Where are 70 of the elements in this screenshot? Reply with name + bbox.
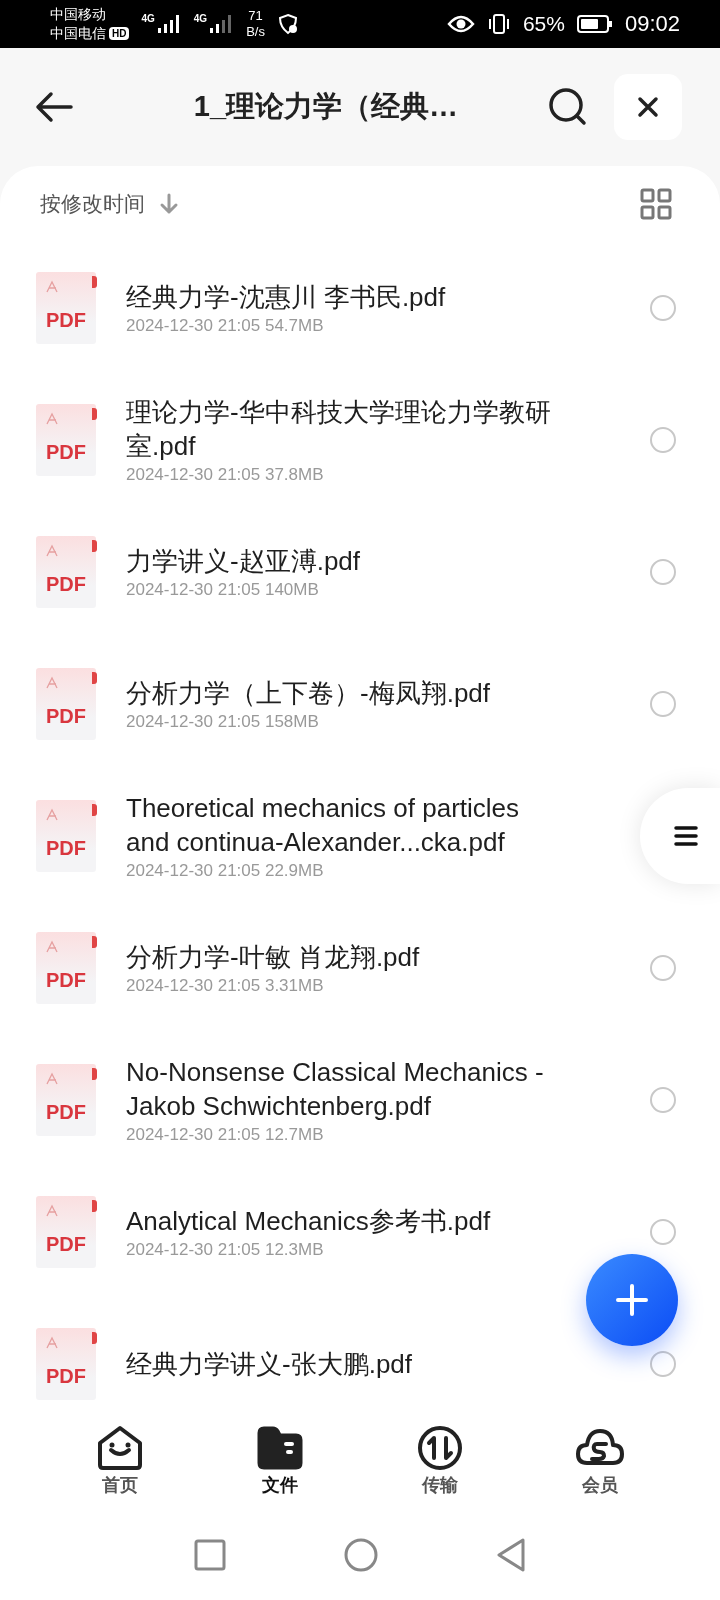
pdf-file-icon: PDF: [36, 272, 96, 344]
folder-icon[interactable]: [256, 1425, 304, 1471]
network-label: 4G: [141, 13, 155, 24]
transfer-arrows-icon[interactable]: [416, 1425, 464, 1471]
select-radio[interactable]: [650, 559, 676, 585]
back-arrow-icon[interactable]: [34, 91, 74, 123]
nav-tab[interactable]: 首页: [75, 1425, 165, 1497]
back-triangle-icon[interactable]: [496, 1538, 526, 1572]
sort-option[interactable]: 按修改时间: [40, 190, 145, 218]
file-details: 2024-12-30 21:05 12.3MB: [126, 1240, 325, 1260]
pdf-file-icon: PDF: [36, 800, 96, 872]
hd-badge: HD: [109, 27, 130, 40]
home-circle-icon[interactable]: [344, 1538, 378, 1572]
nav-tab[interactable]: 传输: [395, 1425, 485, 1497]
close-button[interactable]: [614, 74, 682, 140]
plus-icon[interactable]: [615, 1283, 649, 1317]
file-name[interactable]: Theoretical mechanics of particles and continua-Alexander...cka.pdf: [126, 791, 562, 859]
carrier-name: 中国电信: [50, 24, 106, 43]
pdf-file-icon: PDF: [36, 404, 96, 476]
select-radio[interactable]: [650, 1087, 676, 1113]
folder-title: 1_理论力学（经典…: [192, 89, 460, 124]
speed-value: 71: [248, 8, 263, 24]
file-details: 2024-12-30 21:05 22.9MB: [126, 861, 325, 881]
select-radio[interactable]: [650, 955, 676, 981]
file-name[interactable]: 经典力学讲义-张大鹏.pdf: [126, 1347, 562, 1381]
signal-icon: [155, 13, 182, 35]
file-details: 2024-12-30 21:05 37.8MB: [126, 465, 325, 485]
select-radio[interactable]: [650, 427, 676, 453]
battery-icon: [576, 14, 613, 34]
select-radio[interactable]: [650, 1351, 676, 1377]
nav-tab[interactable]: 文件: [235, 1425, 325, 1497]
select-radio[interactable]: [650, 691, 676, 717]
search-icon[interactable]: [548, 87, 588, 127]
select-radio[interactable]: [650, 1219, 676, 1245]
file-name[interactable]: 力学讲义-赵亚溥.pdf: [126, 544, 562, 578]
pdf-file-icon: PDF: [36, 1328, 96, 1400]
battery-percent: 65%: [522, 12, 565, 36]
file-details: 2024-12-30 21:05 3.31MB: [126, 976, 325, 996]
clock: 09:02: [624, 11, 680, 37]
file-details: 2024-12-30 21:05 140MB: [126, 580, 320, 600]
shield-icon: [276, 13, 299, 35]
select-radio[interactable]: [650, 295, 676, 321]
pdf-file-icon: PDF: [36, 536, 96, 608]
pdf-file-icon: PDF: [36, 1196, 96, 1268]
file-name[interactable]: Analytical Mechanics参考书.pdf: [126, 1204, 562, 1238]
file-name[interactable]: 理论力学-华中科技大学理论力学教研室.pdf: [126, 395, 562, 463]
network-label: 4G: [193, 13, 208, 24]
down-arrow-icon[interactable]: [159, 193, 179, 215]
pdf-file-icon: PDF: [36, 668, 96, 740]
pdf-file-icon: PDF: [36, 932, 96, 1004]
file-details: 2024-12-30 21:05 54.7MB: [126, 316, 325, 336]
grid-view-icon[interactable]: [640, 188, 672, 220]
file-details: 2024-12-30 21:05 158MB: [126, 712, 320, 732]
file-name[interactable]: No-Nonsense Classical Mechanics -Jakob Schwichtenberg.pdf: [126, 1055, 562, 1123]
speed-unit: B/s: [246, 24, 265, 40]
carrier-name: 中国移动: [50, 5, 107, 24]
file-name[interactable]: 分析力学（上下卷）-梅凤翔.pdf: [126, 676, 562, 710]
vibrate-icon: [486, 12, 511, 36]
smiling-house-icon[interactable]: [96, 1425, 144, 1471]
add-button[interactable]: [586, 1254, 678, 1346]
file-details: 2024-12-30 21:05 12.7MB: [126, 1125, 325, 1145]
eye-icon: [446, 14, 475, 34]
file-name[interactable]: 经典力学-沈惠川 李书民.pdf: [126, 280, 562, 314]
menu-icon[interactable]: [674, 825, 698, 847]
recent-apps-icon[interactable]: [194, 1539, 226, 1571]
pdf-file-icon: PDF: [36, 1064, 96, 1136]
close-icon[interactable]: [637, 96, 659, 118]
file-name[interactable]: 分析力学-叶敏 肖龙翔.pdf: [126, 940, 562, 974]
nav-tab[interactable]: 会员: [555, 1425, 645, 1497]
menu-tab[interactable]: [640, 788, 720, 884]
